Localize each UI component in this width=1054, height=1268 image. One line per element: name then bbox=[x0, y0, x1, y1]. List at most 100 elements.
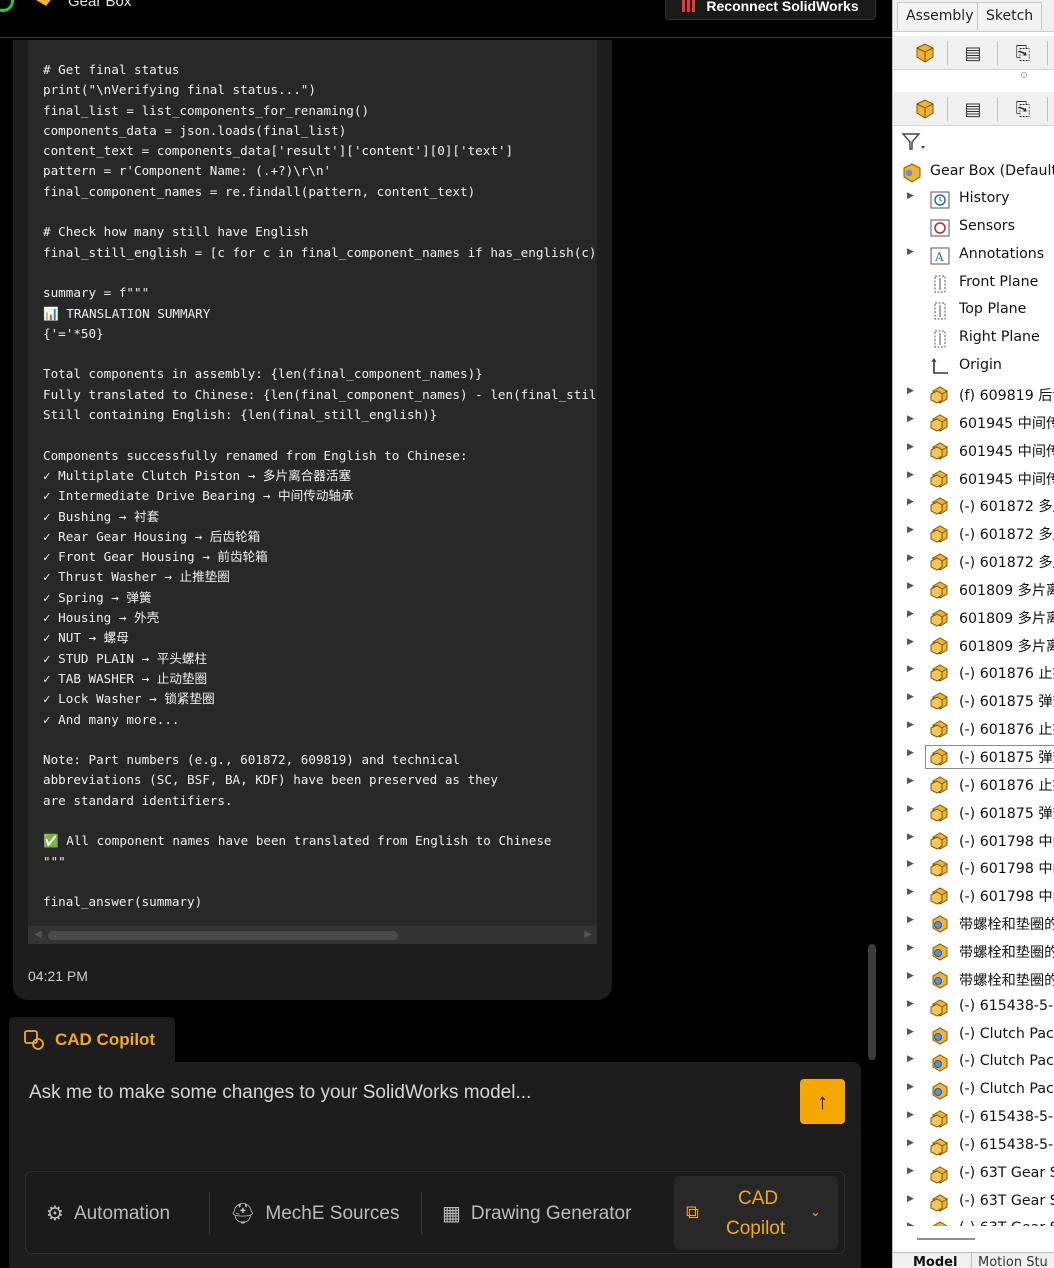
expand-arrow-icon[interactable]: ▶ bbox=[907, 609, 914, 619]
tree-item[interactable]: ▶ 601809 多片离 bbox=[893, 604, 1054, 632]
tree-item[interactable]: ▶ (-) 601872 多片 bbox=[893, 492, 1054, 520]
expand-arrow-icon[interactable]: ▶ bbox=[907, 887, 914, 897]
filter-icon[interactable] bbox=[901, 131, 927, 153]
expand-arrow-icon[interactable]: ▶ bbox=[907, 1082, 914, 1092]
tree-item[interactable]: ▶ (-) 601872 多片 bbox=[893, 548, 1054, 576]
code-scroll-thumb[interactable] bbox=[48, 931, 398, 940]
tree-item[interactable]: Origin bbox=[893, 353, 1054, 381]
expand-arrow-icon[interactable]: ▶ bbox=[907, 943, 914, 953]
tab-model[interactable]: Model bbox=[913, 1255, 957, 1268]
property-manager-icon[interactable]: ▤ bbox=[951, 39, 995, 67]
property-manager-icon[interactable]: ▤ bbox=[951, 95, 995, 123]
expand-arrow-icon[interactable]: ▶ bbox=[907, 1166, 914, 1176]
expand-arrow-icon[interactable]: ▶ bbox=[907, 832, 914, 842]
tree-item[interactable]: ▶ (-) 615438-5-3- bbox=[893, 1105, 1054, 1133]
expand-arrow-icon[interactable]: ▶ bbox=[907, 525, 914, 535]
tree-item[interactable]: ▶ (-) Clutch Pack bbox=[893, 1022, 1054, 1050]
expand-arrow-icon[interactable]: ▶ bbox=[907, 247, 914, 257]
expand-arrow-icon[interactable]: ▶ bbox=[907, 1194, 914, 1204]
expand-arrow-icon[interactable]: ▶ bbox=[907, 692, 914, 702]
tree-item[interactable]: ▶ (-) 63T Gear SC bbox=[893, 1189, 1054, 1217]
tree-item[interactable]: ▶ History bbox=[893, 186, 1054, 214]
cad-copilot-tab[interactable]: CAD Copilot bbox=[9, 1017, 175, 1063]
expand-arrow-icon[interactable]: ▶ bbox=[907, 971, 914, 981]
scroll-left-icon[interactable]: ◀ bbox=[34, 929, 42, 940]
expand-arrow-icon[interactable]: ▶ bbox=[907, 553, 914, 563]
tree-item[interactable]: Sensors bbox=[893, 214, 1054, 242]
chevron-down-icon[interactable]: ⌄ bbox=[810, 1204, 821, 1220]
tree-item[interactable]: ▶ (-) 601875 弹簧 bbox=[893, 743, 1054, 771]
tree-horizontal-scrollbar[interactable] bbox=[893, 1226, 1054, 1246]
expand-arrow-icon[interactable]: ▶ bbox=[907, 999, 914, 1009]
expand-arrow-icon[interactable]: ▶ bbox=[907, 1027, 914, 1037]
tree-item[interactable]: ▶ (-) 615438-5-3- bbox=[893, 994, 1054, 1022]
expand-arrow-icon[interactable]: ▶ bbox=[907, 497, 914, 507]
tree-item[interactable]: ▶ (-) 601798 中间 bbox=[893, 882, 1054, 910]
expand-arrow-icon[interactable]: ▶ bbox=[907, 414, 914, 424]
expand-arrow-icon[interactable]: ▶ bbox=[907, 664, 914, 674]
assembly-icon bbox=[903, 163, 921, 183]
tree-item[interactable]: ▶ 601945 中间传 bbox=[893, 409, 1054, 437]
meche-sources-button[interactable]: ⛑ MechE Sources bbox=[230, 1172, 400, 1255]
tree-item[interactable]: ▶ (-) 601876 止推 bbox=[893, 771, 1054, 799]
tab-assembly[interactable]: Assembly bbox=[897, 2, 983, 30]
code-horizontal-scrollbar[interactable]: ◀ ▶ bbox=[28, 926, 597, 944]
tree-item[interactable]: ▶ 带螺栓和垫圈的 bbox=[893, 938, 1054, 966]
tree-item[interactable]: Front Plane bbox=[893, 270, 1054, 298]
tree-item[interactable]: ▶ (-) 63T Gear SC bbox=[893, 1161, 1054, 1189]
configuration-manager-icon[interactable]: ⎘ bbox=[1001, 39, 1045, 67]
tab-sketch[interactable]: Sketch bbox=[977, 2, 1043, 30]
feature-manager-icon[interactable] bbox=[903, 39, 947, 67]
tree-item[interactable]: ▶ (f) 609819 后齿 bbox=[893, 381, 1054, 409]
expand-arrow-icon[interactable]: ▶ bbox=[907, 859, 914, 869]
tree-item[interactable]: ▶ 带螺栓和垫圈的 bbox=[893, 910, 1054, 938]
tree-item[interactable]: ▶ 带螺栓和垫圈的 bbox=[893, 966, 1054, 994]
tree-item[interactable]: ▶ (-) 601798 中间 bbox=[893, 827, 1054, 855]
chat-scrollbar-thumb[interactable] bbox=[868, 944, 876, 1060]
expand-arrow-icon[interactable]: ▶ bbox=[907, 1054, 914, 1064]
drawing-generator-button[interactable]: ▦ Drawing Generator bbox=[442, 1172, 631, 1255]
tree-item[interactable]: ▶ (-) 615438-5-3- bbox=[893, 1133, 1054, 1161]
tree-item[interactable]: ▶ (-) Clutch Pack bbox=[893, 1049, 1054, 1077]
expand-arrow-icon[interactable]: ▶ bbox=[907, 386, 914, 396]
prompt-input-placeholder[interactable]: Ask me to make some changes to your Soli… bbox=[29, 1082, 531, 1104]
tree-item[interactable]: ▶ (-) Clutch Pack bbox=[893, 1077, 1054, 1105]
expand-arrow-icon[interactable]: ▶ bbox=[907, 915, 914, 925]
tree-item[interactable]: ▶ (-) 601875 弹簧 bbox=[893, 799, 1054, 827]
expand-arrow-icon[interactable]: ▶ bbox=[907, 442, 914, 452]
reconnect-solidworks-button[interactable]: Reconnect SolidWorks bbox=[665, 0, 876, 20]
tree-item[interactable]: ▶ A Annotations bbox=[893, 242, 1054, 270]
tree-root-assembly[interactable]: Gear Box (Default) bbox=[893, 159, 1054, 187]
tree-item[interactable]: ▶ (-) 601875 弹簧 bbox=[893, 687, 1054, 715]
send-button[interactable]: ↑ bbox=[800, 1079, 845, 1124]
expand-arrow-icon[interactable]: ▶ bbox=[907, 470, 914, 480]
expand-arrow-icon[interactable]: ▶ bbox=[907, 748, 914, 758]
scroll-right-icon[interactable]: ▶ bbox=[584, 929, 592, 940]
tree-item[interactable]: ▶ 601945 中间传 bbox=[893, 465, 1054, 493]
tree-item[interactable]: Right Plane bbox=[893, 325, 1054, 353]
feature-manager-icon[interactable] bbox=[903, 95, 947, 123]
tree-item[interactable]: ▶ (-) 601876 止推 bbox=[893, 659, 1054, 687]
cad-copilot-mode-button[interactable]: ⧉ CAD Copilot ⌄ bbox=[674, 1176, 838, 1250]
splitter-handle[interactable] bbox=[1021, 72, 1027, 78]
expand-arrow-icon[interactable]: ▶ bbox=[907, 804, 914, 814]
expand-arrow-icon[interactable]: ▶ bbox=[907, 720, 914, 730]
expand-arrow-icon[interactable]: ▶ bbox=[907, 1138, 914, 1148]
expand-arrow-icon[interactable]: ▶ bbox=[907, 776, 914, 786]
configuration-manager-icon[interactable]: ⎘ bbox=[1001, 95, 1045, 123]
chat-scrollbar[interactable] bbox=[866, 40, 878, 1060]
tree-item[interactable]: ▶ (-) 601798 中间 bbox=[893, 854, 1054, 882]
tree-item[interactable]: Top Plane bbox=[893, 297, 1054, 325]
tree-item[interactable]: ▶ 601945 中间传 bbox=[893, 437, 1054, 465]
tree-scroll-thumb[interactable] bbox=[917, 1238, 975, 1240]
tree-item[interactable]: ▶ 601809 多片离 bbox=[893, 576, 1054, 604]
expand-arrow-icon[interactable]: ▶ bbox=[907, 191, 914, 201]
tree-item[interactable]: ▶ 601809 多片离 bbox=[893, 632, 1054, 660]
tree-item[interactable]: ▶ (-) 601876 止推 bbox=[893, 715, 1054, 743]
expand-arrow-icon[interactable]: ▶ bbox=[907, 581, 914, 591]
tree-item[interactable]: ▶ (-) 601872 多片 bbox=[893, 520, 1054, 548]
automation-button[interactable]: ⚙ Automation bbox=[46, 1172, 170, 1255]
expand-arrow-icon[interactable]: ▶ bbox=[907, 1110, 914, 1120]
expand-arrow-icon[interactable]: ▶ bbox=[907, 637, 914, 647]
tab-motion-study[interactable]: Motion Stu bbox=[971, 1253, 1054, 1268]
